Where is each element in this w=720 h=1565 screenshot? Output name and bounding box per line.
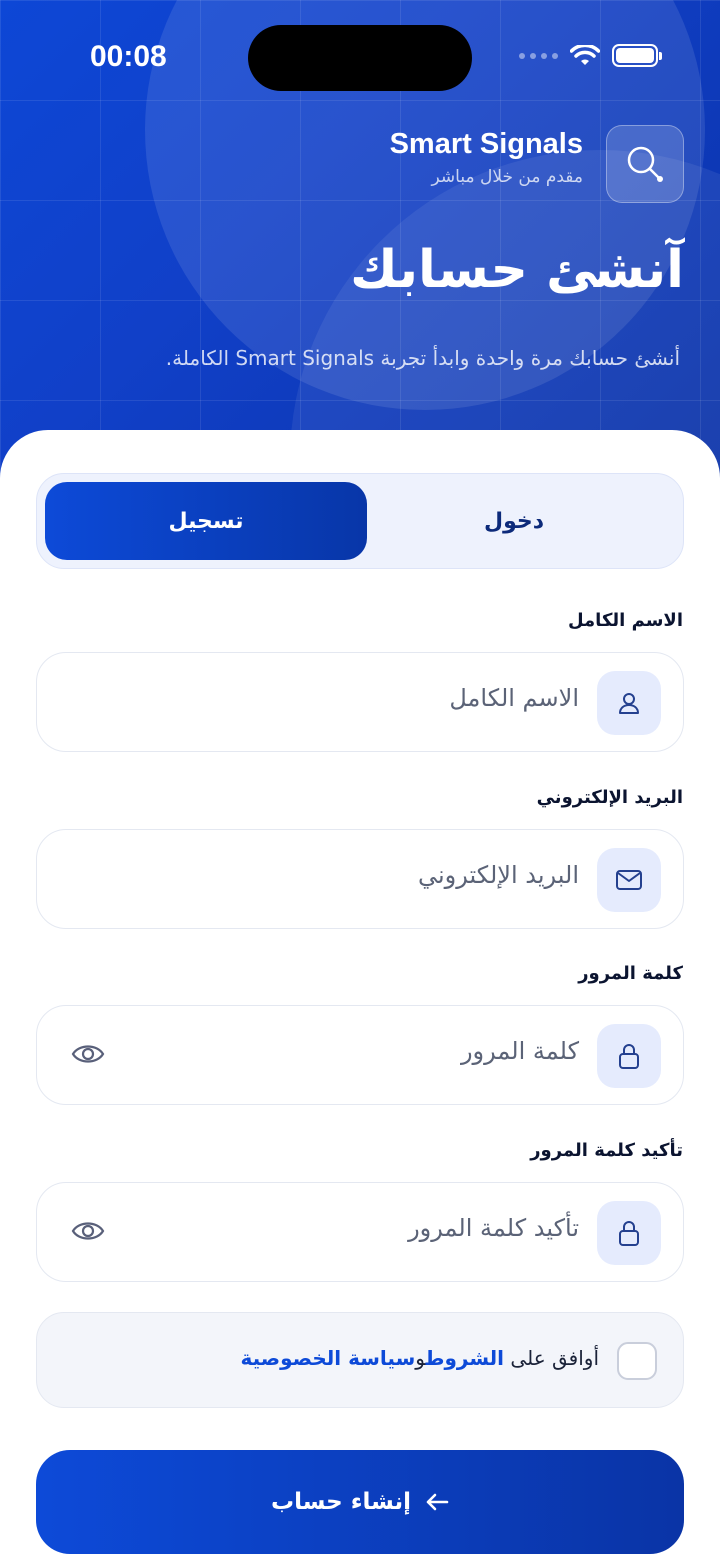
mail-icon <box>597 848 661 912</box>
show-password-eye-icon[interactable] <box>71 1042 105 1070</box>
dynamic-island <box>248 25 472 91</box>
terms-checkbox[interactable] <box>617 1342 657 1380</box>
auth-tabs: تسجيل دخول <box>36 473 684 569</box>
privacy-policy-link[interactable]: سياسة الخصوصية <box>241 1346 416 1370</box>
create-account-label: إنشاء حساب <box>270 1489 412 1515</box>
create-account-button[interactable]: إنشاء حساب <box>36 1450 684 1554</box>
email-field[interactable]: البريد الإلكتروني <box>36 829 684 929</box>
password-label: كلمة المرور <box>578 963 683 984</box>
tab-login[interactable]: دخول <box>353 482 675 560</box>
battery-icon <box>612 44 662 67</box>
status-icons <box>519 44 662 67</box>
email-placeholder: البريد الإلكتروني <box>417 861 579 889</box>
password-field[interactable]: كلمة المرور <box>36 1005 684 1105</box>
arrow-left-icon <box>426 1493 449 1511</box>
terms-joiner: و <box>415 1346 426 1370</box>
tab-register[interactable]: تسجيل <box>45 482 367 560</box>
wifi-icon <box>570 44 600 65</box>
terms-text: أوافق على الشروطوسياسة الخصوصية <box>241 1346 599 1370</box>
page-title: آنشئ حسابك <box>350 240 684 300</box>
brand-subtitle: مقدم من خلال مباشر <box>431 167 583 187</box>
status-time: 00:08 <box>90 40 167 73</box>
confirm-password-field[interactable]: تأكيد كلمة المرور <box>36 1182 684 1282</box>
full-name-placeholder: الاسم الكامل <box>449 684 579 712</box>
terms-link[interactable]: الشروط <box>426 1346 504 1370</box>
confirm-password-label: تأكيد كلمة المرور <box>530 1140 683 1161</box>
email-label: البريد الإلكتروني <box>536 787 683 808</box>
password-placeholder: كلمة المرور <box>460 1037 579 1065</box>
page-subtitle: أنشئ حسابك مرة واحدة وابدأ تجربة Smart S… <box>165 346 680 370</box>
show-confirm-password-eye-icon[interactable] <box>71 1219 105 1247</box>
terms-prefix: أوافق على <box>510 1346 599 1370</box>
signal-dots-icon <box>519 52 558 59</box>
brand-block: Smart Signals مقدم من خلال مباشر <box>390 128 583 187</box>
brand-title: Smart Signals <box>389 128 583 160</box>
confirm-password-placeholder: تأكيد كلمة المرور <box>408 1214 579 1242</box>
full-name-label: الاسم الكامل <box>567 610 683 631</box>
user-icon <box>597 671 661 735</box>
lock-icon <box>597 1024 661 1088</box>
terms-box: أوافق على الشروطوسياسة الخصوصية <box>36 1312 684 1408</box>
full-name-field[interactable]: الاسم الكامل <box>36 652 684 752</box>
lock-icon <box>597 1201 661 1265</box>
search-logo-icon <box>606 125 684 203</box>
